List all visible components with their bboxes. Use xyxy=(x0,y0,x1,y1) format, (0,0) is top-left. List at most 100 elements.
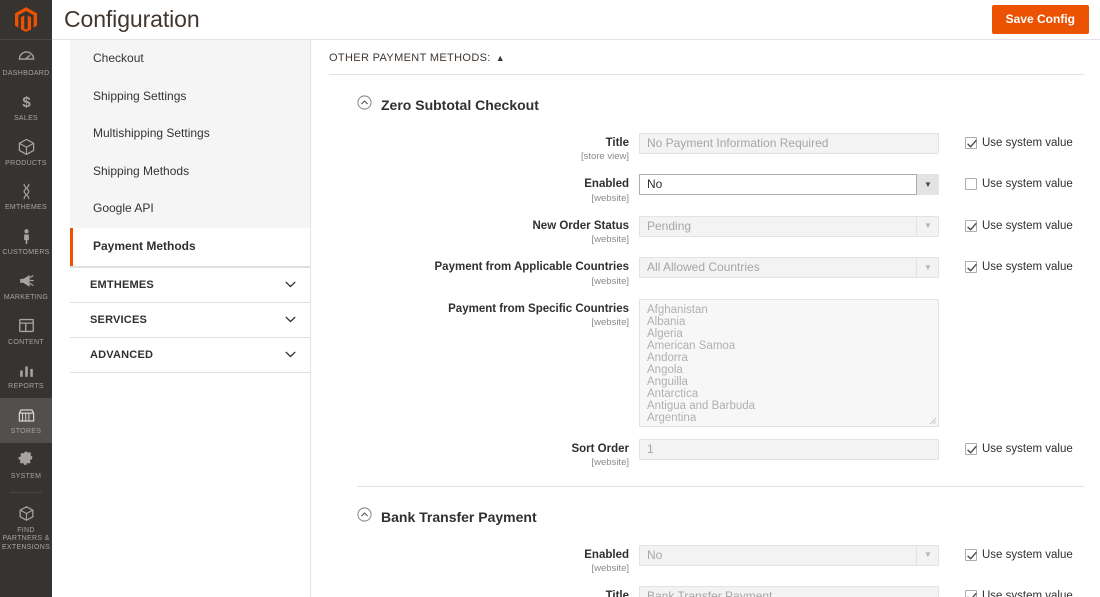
use-system-value-group[interactable]: Use system value xyxy=(939,586,1073,597)
dropdown-arrow-icon[interactable]: ▼ xyxy=(916,174,939,196)
field-label-col: Title[store view] xyxy=(357,586,639,597)
reports-icon xyxy=(16,360,36,380)
multiselect-option[interactable]: American Samoa xyxy=(640,340,938,352)
use-system-value-group[interactable]: Use system value xyxy=(939,545,1073,562)
config-nav-item-shipping-methods[interactable]: Shipping Methods xyxy=(70,153,310,191)
resize-grip-icon[interactable] xyxy=(928,416,937,425)
text-input[interactable]: Bank Transfer Payment xyxy=(639,586,939,597)
payment-section-header[interactable]: Zero Subtotal Checkout xyxy=(329,75,1084,121)
dashboard-icon xyxy=(16,47,36,67)
field-row: Payment from Applicable Countries [websit… xyxy=(329,257,1084,287)
select-dropdown[interactable]: No ▼ xyxy=(639,174,939,196)
use-system-value-checkbox[interactable] xyxy=(965,442,977,455)
config-nav-group-services[interactable]: SERVICES xyxy=(70,302,310,338)
rail-item-emthemes[interactable]: EMTHEMES xyxy=(0,174,52,219)
country-multiselect[interactable]: Afghanistan Albania Algeria American Samoa A… xyxy=(639,298,939,427)
magento-logo[interactable] xyxy=(0,0,52,40)
use-system-value-checkbox[interactable] xyxy=(965,590,977,597)
rail-item-label: Reports xyxy=(8,383,44,391)
magento-logo-icon xyxy=(15,7,37,32)
select-value: No xyxy=(647,547,663,562)
rail-item-system[interactable]: System xyxy=(0,443,52,488)
field-control-col: Pending ▼ xyxy=(639,215,939,237)
dropdown-arrow-icon[interactable]: ▼ xyxy=(916,257,939,279)
use-system-value-checkbox[interactable] xyxy=(965,261,977,274)
multiselect-option[interactable]: Argentina xyxy=(640,412,938,424)
customers-icon xyxy=(16,226,36,246)
collapse-toggle[interactable] xyxy=(357,95,372,115)
multiselect-option[interactable]: Albania xyxy=(640,316,938,328)
field-label: Sort Order xyxy=(571,442,629,455)
payment-section: Zero Subtotal Checkout Title [store view] N… xyxy=(329,75,1084,468)
use-system-value-group[interactable]: Use system value xyxy=(939,133,1073,150)
use-system-value-group[interactable]: Use system value xyxy=(939,439,1073,456)
multiselect-option[interactable]: Andorra xyxy=(640,352,938,364)
config-nav-item-checkout[interactable]: Checkout xyxy=(70,40,310,78)
config-nav-item-list: Checkout Shipping Settings Multishipping S… xyxy=(70,40,310,267)
use-system-value-checkbox[interactable] xyxy=(965,548,977,561)
rail-item-marketing[interactable]: Marketing xyxy=(0,264,52,309)
use-system-value-checkbox[interactable] xyxy=(965,178,977,191)
select-dropdown[interactable]: All Allowed Countries ▼ xyxy=(639,257,939,279)
rail-item-products[interactable]: Products xyxy=(0,130,52,175)
dropdown-arrow-icon[interactable]: ▼ xyxy=(916,544,939,566)
field-label: Enabled xyxy=(584,548,629,561)
rail-item-content[interactable]: Content xyxy=(0,309,52,354)
config-nav-item-shipping-settings[interactable]: Shipping Settings xyxy=(70,78,310,116)
text-input[interactable]: 1 xyxy=(639,438,939,460)
config-nav-group-emthemes[interactable]: EMTHEMES xyxy=(70,266,310,303)
rail-item-customers[interactable]: Customers xyxy=(0,219,52,264)
rail-item-label: Marketing xyxy=(3,293,49,301)
field-label-col: Payment from Specific Countries [website] xyxy=(357,299,639,328)
collapse-circle-icon xyxy=(357,95,372,110)
save-config-button[interactable]: Save Config xyxy=(991,5,1089,34)
field-control-col: All Allowed Countries ▼ xyxy=(639,257,939,279)
config-nav-item-payment-methods[interactable]: Payment Methods xyxy=(70,227,310,266)
use-system-value-group[interactable]: Use system value xyxy=(939,216,1073,233)
rail-item-stores[interactable]: Stores xyxy=(0,398,52,443)
multiselect-option[interactable]: Antarctica xyxy=(640,388,938,400)
page-header: Configuration Save Config xyxy=(52,0,1100,40)
use-system-value-checkbox[interactable] xyxy=(965,137,977,149)
field-control-col: Afghanistan Albania Algeria American Samoa A… xyxy=(639,298,939,427)
rail-item-sales[interactable]: $ Sales xyxy=(0,85,52,130)
field-label-col: Title[store view] xyxy=(357,133,639,162)
system-icon xyxy=(16,450,36,470)
multiselect-option[interactable]: Anguilla xyxy=(640,376,938,388)
field-scope: [website] xyxy=(591,563,630,575)
config-nav-item-google-api[interactable]: Google API xyxy=(70,190,310,228)
rail-item-find-partners-extensions[interactable]: Find Partners & Extensions xyxy=(0,497,52,559)
rail-item-dashboard[interactable]: Dashboard xyxy=(0,40,52,85)
config-nav-item-multishipping-settings[interactable]: Multishipping Settings xyxy=(70,115,310,153)
multiselect-option[interactable]: Angola xyxy=(640,364,938,376)
payment-sections: Zero Subtotal Checkout Title [store view] N… xyxy=(329,75,1084,597)
field-row: New Order Status [website] Pending ▼ Use sys… xyxy=(329,215,1084,245)
multiselect-option[interactable]: Antigua and Barbuda xyxy=(640,400,938,412)
field-scope: [website] xyxy=(591,275,630,287)
sales-icon: $ xyxy=(16,92,36,112)
other-payment-methods-label: OTHER PAYMENT METHODS: xyxy=(329,52,491,64)
dropdown-arrow-icon[interactable]: ▼ xyxy=(916,215,939,237)
multiselect-option[interactable]: Algeria xyxy=(640,328,938,340)
use-system-value-group[interactable]: Use system value xyxy=(939,174,1073,191)
use-system-value-label: Use system value xyxy=(982,590,1073,597)
select-dropdown[interactable]: Pending ▼ xyxy=(639,215,939,237)
field-control-col: Bank Transfer Payment xyxy=(639,586,939,597)
use-system-value-group[interactable]: Use system value xyxy=(939,257,1073,274)
collapse-toggle[interactable] xyxy=(357,507,372,527)
use-system-value-checkbox[interactable] xyxy=(965,219,977,232)
field-scope: [website] xyxy=(591,192,630,204)
chevron-down-wrap xyxy=(285,314,296,326)
payment-section-header[interactable]: Bank Transfer Payment xyxy=(329,487,1084,533)
select-dropdown[interactable]: No ▼ xyxy=(639,544,939,566)
field-row: Enabled [website] No ▼ Use system value xyxy=(329,174,1084,204)
config-nav-group-advanced[interactable]: ADVANCED xyxy=(70,337,310,373)
stores-icon xyxy=(16,405,36,425)
config-nav-group-label: EMTHEMES xyxy=(90,278,154,291)
text-input[interactable]: No Payment Information Required xyxy=(639,133,939,154)
rail-item-reports[interactable]: Reports xyxy=(0,353,52,398)
config-navigation: Checkout Shipping Settings Multishipping S… xyxy=(52,40,310,597)
emthemes-icon xyxy=(16,181,36,201)
other-payment-methods-header[interactable]: OTHER PAYMENT METHODS: ▲ xyxy=(329,40,1084,75)
multiselect-option[interactable]: Afghanistan xyxy=(640,304,938,316)
